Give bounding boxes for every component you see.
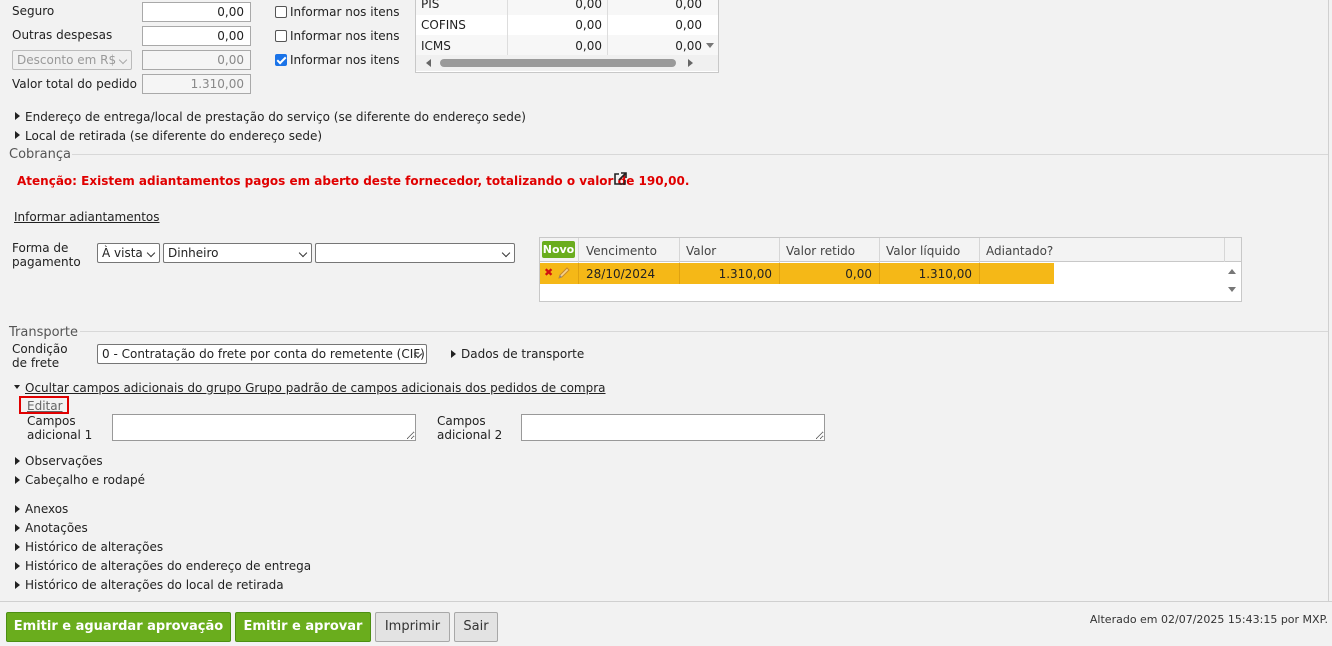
valor-total-input: 1.310,00	[142, 74, 251, 94]
tax-value: 0,00	[575, 18, 602, 32]
valor-liquido-cell[interactable]: 1.310,00	[880, 264, 972, 281]
tax-value: 0,00	[675, 18, 702, 32]
expand-arrow-icon[interactable]	[15, 524, 20, 532]
expand-arrow-icon[interactable]	[15, 131, 20, 139]
campo-adicional-2-input[interactable]	[521, 414, 825, 441]
tax-value: 0,00	[575, 0, 602, 11]
forma-pagamento-label: Forma de pagamento	[12, 241, 81, 269]
column-header[interactable]: Valor	[686, 241, 716, 258]
desconto-informar-label: Informar nos itens	[290, 53, 400, 67]
expand-arrow-icon[interactable]	[15, 562, 20, 570]
column-header[interactable]: Valor retido	[786, 241, 855, 258]
forma-pagamento-meio-select[interactable]: Dinheiro	[163, 243, 312, 263]
sair-button[interactable]: Sair	[454, 612, 498, 642]
condicao-frete-label: Condição de frete	[12, 342, 68, 370]
forma-pagamento-tipo-value: À vista	[102, 246, 143, 260]
emitir-aguardar-aprovacao-button[interactable]: Emitir e aguardar aprovação	[6, 612, 231, 642]
expander-observacoes[interactable]: Observações	[25, 454, 103, 468]
chevron-down-icon	[146, 248, 156, 258]
column-header[interactable]: Vencimento	[586, 241, 657, 258]
scroll-left-icon[interactable]	[426, 59, 431, 67]
expander-historico-endereco-entrega[interactable]: Histórico de alterações do endereço de e…	[25, 559, 311, 573]
condicao-frete-select[interactable]: 0 - Contratação do frete por conta do re…	[97, 344, 427, 364]
edit-pencil-icon[interactable]	[557, 266, 571, 280]
novo-parcela-button[interactable]: Novo	[542, 241, 575, 258]
expand-arrow-icon[interactable]	[451, 350, 456, 358]
expander-historico-local-retirada[interactable]: Histórico de alterações do local de reti…	[25, 578, 284, 592]
last-modified-status: Alterado em 02/07/2025 15:43:15 por MXP.	[1089, 613, 1328, 626]
seguro-label: Seguro	[12, 4, 55, 18]
horizontal-scrollbar[interactable]	[416, 55, 718, 71]
forma-pagamento-extra-select[interactable]	[315, 243, 515, 263]
emitir-aprovar-button[interactable]: Emitir e aprovar	[235, 612, 371, 642]
transporte-title: Transporte	[9, 325, 78, 340]
expander-anexos[interactable]: Anexos	[25, 502, 68, 516]
scrollbar-thumb[interactable]	[440, 59, 676, 67]
desconto-type-value: Desconto em R$	[17, 53, 117, 67]
section-divider	[80, 331, 1328, 332]
tax-value: 0,00	[675, 0, 702, 11]
tax-value: 0,00	[675, 39, 702, 53]
tax-value: 0,00	[575, 39, 602, 53]
parcelas-grid: Novo Vencimento Valor Valor retido Valor…	[539, 237, 1242, 302]
expand-arrow-icon[interactable]	[15, 112, 20, 120]
adiantamentos-alert: Atenção: Existem adiantamentos pagos em …	[17, 174, 690, 188]
delete-row-icon[interactable]: ✖	[544, 266, 553, 279]
campo-adicional-1-label: Campos adicional 1	[27, 414, 93, 442]
expand-arrow-icon[interactable]	[15, 457, 20, 465]
scroll-down-icon[interactable]	[1228, 287, 1236, 292]
outras-despesas-informar-checkbox[interactable]	[275, 30, 287, 42]
desconto-input[interactable]: 0,00	[142, 50, 251, 70]
forma-pagamento-meio-value: Dinheiro	[168, 246, 219, 260]
tax-name: COFINS	[421, 18, 466, 32]
imprimir-button[interactable]: Imprimir	[375, 612, 450, 642]
external-link-icon[interactable]	[612, 171, 628, 187]
taxes-grid: PIS 0,00 0,00 COFINS 0,00 0,00 ICMS 0,00…	[415, 0, 719, 73]
seguro-input[interactable]: 0,00	[142, 2, 251, 22]
campo-adicional-1-input[interactable]	[112, 414, 416, 441]
editar-link[interactable]: Editar	[27, 399, 63, 413]
informar-adiantamentos-link[interactable]: Informar adiantamentos	[14, 210, 160, 224]
desconto-type-select[interactable]: Desconto em R$	[12, 50, 132, 70]
collapse-arrow-icon[interactable]	[14, 385, 20, 389]
chevron-down-icon	[118, 55, 128, 65]
outras-despesas-informar-label: Informar nos itens	[290, 29, 400, 43]
expander-anotacoes[interactable]: Anotações	[25, 521, 88, 535]
seguro-informar-label: Informar nos itens	[290, 5, 400, 19]
valor-retido-cell[interactable]: 0,00	[780, 264, 872, 281]
expand-arrow-icon[interactable]	[15, 543, 20, 551]
outras-despesas-input[interactable]: 0,00	[142, 26, 251, 46]
expand-arrow-icon[interactable]	[15, 505, 20, 513]
column-header[interactable]: Adiantado?	[986, 241, 1053, 258]
expander-cabecalho-rodape[interactable]: Cabeçalho e rodapé	[25, 473, 145, 487]
campo-adicional-2-label: Campos adicional 2	[437, 414, 503, 442]
valor-total-label: Valor total do pedido	[12, 77, 137, 91]
expander-historico-alteracoes[interactable]: Histórico de alterações	[25, 540, 163, 554]
table-row[interactable]: ✖ 28/10/2024 1.310,00 0,00 1.310,00	[540, 263, 1054, 284]
outras-despesas-label: Outras despesas	[12, 28, 113, 42]
expand-arrow-icon[interactable]	[15, 581, 20, 589]
scroll-up-icon[interactable]	[1228, 269, 1236, 274]
tax-name: PIS	[421, 0, 440, 11]
chevron-down-icon	[298, 248, 308, 258]
tax-name: ICMS	[421, 39, 451, 53]
valor-cell[interactable]: 1.310,00	[680, 264, 772, 281]
desconto-informar-checkbox[interactable]	[275, 54, 287, 66]
section-divider	[72, 154, 1328, 155]
expander-local-retirada[interactable]: Local de retirada (se diferente do ender…	[25, 129, 322, 143]
column-header[interactable]: Valor líquido	[886, 241, 960, 258]
seguro-informar-checkbox[interactable]	[275, 6, 287, 18]
vencimento-cell[interactable]: 28/10/2024	[586, 264, 655, 281]
dados-transporte-expander[interactable]: Dados de transporte	[461, 347, 584, 361]
expand-arrow-icon[interactable]	[15, 476, 20, 484]
ocultar-campos-link[interactable]: Ocultar campos adicionais do grupo Grupo…	[25, 381, 606, 395]
forma-pagamento-tipo-select[interactable]: À vista	[97, 243, 160, 263]
scroll-down-icon[interactable]	[706, 43, 714, 48]
expander-endereco-entrega[interactable]: Endereço de entrega/local de prestação d…	[25, 110, 526, 124]
scroll-right-icon[interactable]	[688, 59, 693, 67]
cobranca-title: Cobrança	[9, 147, 71, 162]
condicao-frete-value: 0 - Contratação do frete por conta do re…	[102, 347, 425, 361]
chevron-down-icon	[501, 248, 511, 258]
